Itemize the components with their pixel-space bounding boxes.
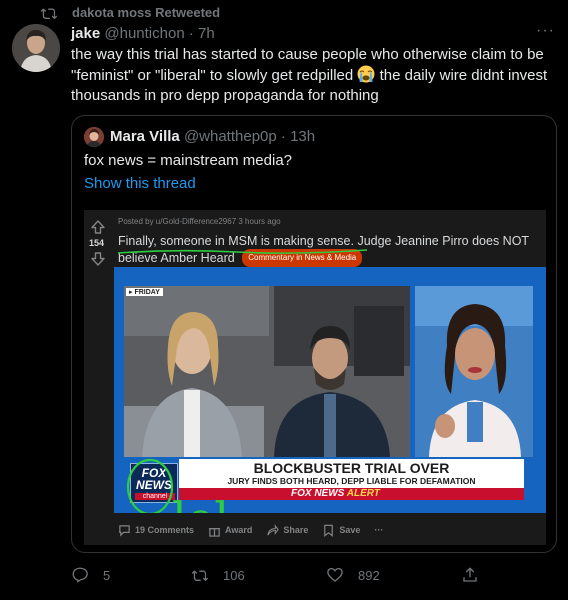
friday-text: FRIDAY — [134, 289, 160, 296]
courtroom-scene — [124, 286, 410, 457]
downvote-icon — [91, 252, 105, 266]
header-separator: · — [188, 25, 194, 42]
quote-header: Mara Villa @whatthep0p · 13h — [110, 128, 315, 145]
more-icon[interactable]: ··· — [536, 23, 556, 42]
like-count: 892 — [358, 567, 380, 583]
author-handle[interactable]: @huntichon — [104, 25, 184, 42]
quote-separator: · — [280, 128, 286, 145]
retweet-button[interactable]: 106 — [191, 566, 245, 584]
news-image: ▸ FRIDAY BLOCKBUSTER TRIAL OVER JURY FIN… — [114, 267, 546, 513]
quote-time[interactable]: 13h — [290, 128, 315, 145]
friday-marker: ▸ — [129, 289, 133, 296]
reply-count: 5 — [103, 567, 111, 583]
bookmark-icon — [324, 524, 334, 537]
comment-icon — [119, 524, 130, 537]
show-thread-link[interactable]: Show this thread — [84, 175, 196, 192]
award-button[interactable]: Award — [208, 524, 252, 537]
vote-count: 154 — [89, 238, 105, 248]
quote-avatar-image — [84, 127, 104, 147]
reddit-actions: 19 Comments Award Share Save ··· — [118, 522, 397, 538]
alert-text: FOX NEWS ALERT — [291, 488, 380, 499]
tweet-text: the way this trial has started to cause … — [71, 45, 551, 106]
tweet-actions: 5 106 892 — [71, 566, 481, 586]
alert-brand: FOX NEWS — [291, 488, 345, 499]
share-arrow-icon — [267, 523, 280, 535]
share-button-reddit[interactable]: Share — [266, 523, 309, 537]
share-button[interactable] — [461, 566, 493, 584]
like-button[interactable]: 892 — [326, 566, 380, 584]
tweet-header: jake @huntichon · 7h — [71, 25, 215, 42]
tweet-time[interactable]: 7h — [198, 25, 215, 42]
banner-headline: BLOCKBUSTER TRIAL OVER — [253, 460, 450, 476]
avatar-image — [12, 24, 60, 72]
anchor-panel — [415, 286, 533, 457]
loudly-crying-face-icon — [357, 65, 375, 83]
share-icon — [463, 567, 477, 582]
quote-author-name[interactable]: Mara Villa — [110, 128, 180, 145]
banner-subheadline: JURY FINDS BOTH HEARD, DEPP LIABLE FOR D… — [227, 476, 476, 486]
retweet-label[interactable]: dakota moss Retweeted — [72, 5, 220, 20]
comments-button[interactable]: 19 Comments — [118, 524, 194, 537]
retweet-icon — [40, 8, 58, 20]
retweet-count: 106 — [223, 567, 245, 583]
avatar[interactable] — [12, 24, 60, 72]
reddit-screenshot[interactable]: 154 Posted by u/Gold-Difference2967 3 ho… — [84, 210, 546, 545]
heart-icon — [327, 567, 343, 582]
alert-bar: FOX NEWS ALERT — [179, 488, 524, 500]
comments-label: 19 Comments — [135, 525, 195, 535]
gift-icon — [208, 527, 221, 537]
fox-logo-line2: NEWS — [136, 478, 172, 492]
save-label: Save — [339, 525, 361, 535]
award-label: Award — [225, 525, 253, 535]
anchor-scene — [415, 286, 533, 457]
fox-logo-line3: channel — [135, 493, 175, 500]
reddit-more-button[interactable]: ··· — [374, 525, 383, 535]
author-name[interactable]: jake — [71, 25, 100, 42]
save-button[interactable]: Save — [322, 524, 360, 537]
alert-word: ALERT — [346, 488, 380, 499]
upvote-icon — [91, 220, 105, 234]
retweet-action-icon — [191, 570, 209, 582]
friday-label: ▸ FRIDAY — [126, 288, 163, 296]
reply-button[interactable]: 5 — [71, 566, 110, 584]
green-underline — [117, 249, 368, 254]
reddit-more-label: ··· — [374, 525, 384, 535]
share-label: Share — [283, 525, 309, 535]
courtroom-panel: ▸ FRIDAY — [124, 286, 410, 457]
quote-avatar[interactable] — [84, 127, 104, 147]
quoted-tweet[interactable]: Mara Villa @whatthep0p · 13h fox news = … — [71, 115, 557, 553]
fox-news-logo: FOX NEWS channel — [130, 463, 178, 503]
quote-author-handle[interactable]: @whatthep0p — [184, 128, 277, 145]
quote-text: fox news = mainstream media? — [84, 152, 293, 169]
posted-by: Posted by u/Gold-Difference2967 3 hours … — [118, 217, 281, 226]
reply-icon — [72, 567, 88, 583]
